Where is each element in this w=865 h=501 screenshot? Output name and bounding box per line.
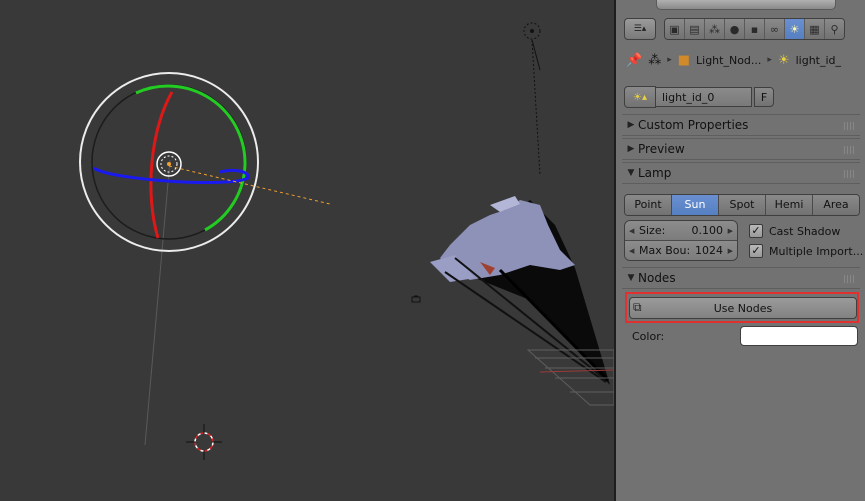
increment-arrow-icon[interactable]: ▶ <box>723 247 733 255</box>
properties-editor: ☰▴ ▣ ▤ ⁂ ● ▪ ∞ ☀ ▦ ⚲ 📌 ⁂ ▸ ■ Light_Nod..… <box>616 0 865 501</box>
cast-shadow-row[interactable]: ✓ Cast Shadow <box>749 221 863 241</box>
lamp-type-selector: Point Sun Spot Hemi Area <box>624 194 860 216</box>
object-icon[interactable]: ▪ <box>745 19 765 39</box>
texture-icon[interactable]: ▦ <box>805 19 825 39</box>
scrollbar[interactable] <box>656 0 836 10</box>
drag-grip-icon[interactable] <box>844 170 856 178</box>
panel-nodes[interactable]: ▼ Nodes <box>622 267 860 289</box>
multiple-importance-label: Multiple Import... <box>769 244 864 258</box>
context-tabs: ▣ ▤ ⁂ ● ▪ ∞ ☀ ▦ ⚲ <box>664 18 845 40</box>
lamp-checkboxes: ✓ Cast Shadow ✓ Multiple Import... <box>749 221 863 261</box>
size-field[interactable]: ◀ Size: 0.100 ▶ <box>625 221 737 241</box>
multiple-importance-row[interactable]: ✓ Multiple Import... <box>749 241 863 261</box>
max-bounces-value: 1024 <box>695 244 723 257</box>
panel-title: Lamp <box>638 166 672 180</box>
breadcrumb-data: light_id_ <box>795 53 842 67</box>
rotate-gizmo[interactable] <box>79 72 331 252</box>
pin-icon[interactable]: 📌 <box>626 53 642 68</box>
expanded-triangle-icon: ▼ <box>627 168 635 178</box>
render-layers-icon[interactable]: ▤ <box>685 19 705 39</box>
scene-icon[interactable]: ⁂ <box>705 19 725 39</box>
panel-title: Nodes <box>638 271 676 285</box>
collapsed-triangle-icon: ▶ <box>627 144 635 154</box>
editor-type-select[interactable]: ☰▴ <box>624 18 656 40</box>
highlight-box: ⧉ Use Nodes <box>625 292 859 323</box>
lamp-type-area[interactable]: Area <box>813 195 859 215</box>
collapsed-triangle-icon: ▶ <box>627 120 635 130</box>
increment-arrow-icon[interactable]: ▶ <box>723 227 733 235</box>
breadcrumb: 📌 ⁂ ▸ ■ Light_Nod... ▸ ☀ light_id_ <box>626 50 841 70</box>
lamp-line <box>144 159 171 446</box>
context-tabs-row: ☰▴ ▣ ▤ ⁂ ● ▪ ∞ ☀ ▦ ⚲ <box>624 18 845 40</box>
use-nodes-button[interactable]: ⧉ Use Nodes <box>629 297 857 319</box>
lamp-small-icon <box>411 295 421 303</box>
nodetree-icon: ⧉ <box>633 300 642 314</box>
size-value: 0.100 <box>691 224 724 237</box>
lamp-type-sun[interactable]: Sun <box>672 195 719 215</box>
breadcrumb-separator: ▸ <box>667 55 672 65</box>
use-nodes-label: Use Nodes <box>713 301 773 315</box>
mesh-object[interactable] <box>430 196 610 385</box>
object-icon: ■ <box>677 52 691 68</box>
cast-shadow-label: Cast Shadow <box>769 224 841 238</box>
camera-object[interactable] <box>523 22 541 40</box>
panel-lamp[interactable]: ▼ Lamp <box>622 162 860 184</box>
particles-icon[interactable]: ⚲ <box>825 19 844 39</box>
panel-title: Custom Properties <box>638 118 749 132</box>
lamp-number-fields: ◀ Size: 0.100 ▶ ◀ Max Bou: 1024 ▶ <box>624 220 738 261</box>
3d-cursor[interactable] <box>186 424 222 460</box>
panel-title: Preview <box>638 142 685 156</box>
lamp-type-hemi[interactable]: Hemi <box>766 195 813 215</box>
lamp-browse-icon[interactable]: ☀▴ <box>624 86 656 108</box>
lamp-type-spot[interactable]: Spot <box>719 195 766 215</box>
decrement-arrow-icon[interactable]: ◀ <box>629 247 639 255</box>
breadcrumb-separator: ▸ <box>767 55 772 65</box>
lamp-data-icon[interactable]: ☀ <box>785 19 805 39</box>
breadcrumb-object: Light_Nod... <box>696 53 762 67</box>
datablock-row: ☀▴ light_id_0 F <box>624 86 774 108</box>
drag-grip-icon[interactable] <box>844 122 856 130</box>
cast-shadow-checkbox[interactable]: ✓ <box>749 224 763 238</box>
lamp-type-point[interactable]: Point <box>625 195 672 215</box>
viewport-scene <box>79 22 614 460</box>
datablock-name-field[interactable]: light_id_0 <box>656 87 752 107</box>
camera-dash-line <box>531 39 541 176</box>
max-bounces-field[interactable]: ◀ Max Bou: 1024 ▶ <box>625 241 737 260</box>
floor-grid <box>526 349 614 406</box>
drag-grip-icon[interactable] <box>844 275 856 283</box>
color-row: Color: <box>632 326 860 346</box>
scene-icon: ⁂ <box>648 52 662 68</box>
color-label: Color: <box>632 329 665 343</box>
color-swatch[interactable] <box>740 326 858 346</box>
fake-user-button[interactable]: F <box>754 87 774 107</box>
panel-custom-properties[interactable]: ▶ Custom Properties <box>622 114 860 136</box>
max-bounces-label: Max Bou: <box>639 244 691 257</box>
panel-preview[interactable]: ▶ Preview <box>622 138 860 160</box>
render-icon[interactable]: ▣ <box>665 19 685 39</box>
3d-viewport[interactable] <box>0 0 614 501</box>
drag-grip-icon[interactable] <box>844 146 856 154</box>
decrement-arrow-icon[interactable]: ◀ <box>629 227 639 235</box>
multiple-importance-checkbox[interactable]: ✓ <box>749 244 763 258</box>
lamp-icon: ☀ <box>777 52 790 68</box>
world-icon[interactable]: ● <box>725 19 745 39</box>
constraints-icon[interactable]: ∞ <box>765 19 785 39</box>
size-label: Size: <box>639 224 666 237</box>
expanded-triangle-icon: ▼ <box>627 273 635 283</box>
